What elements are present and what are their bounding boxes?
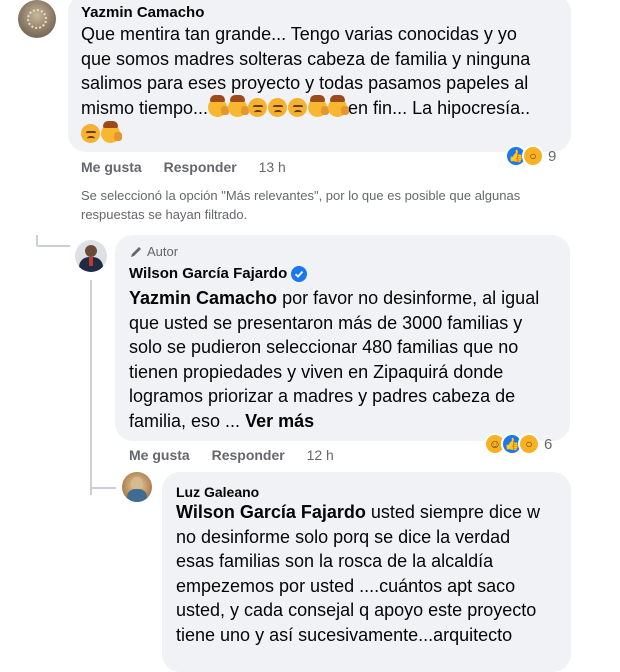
mention-link[interactable]: Wilson García Fajardo [176,502,366,522]
reaction-count: 9 [548,147,557,165]
reply-author[interactable]: Wilson García Fajardo [129,265,308,282]
facepalm-emoji-icon [328,94,350,117]
angry-emoji-icon [248,97,268,117]
like-button[interactable]: Me gusta [81,159,142,175]
wow-reaction-icon: ○ [518,433,540,455]
thread-line [90,280,92,495]
avatar-luz[interactable] [122,472,152,502]
like-button[interactable]: Me gusta [129,447,190,463]
avatar-yazmin[interactable] [18,0,56,38]
wow-reaction-icon: ○ [522,145,544,167]
angry-emoji-icon [81,124,100,143]
facepalm-emoji-icon [228,94,250,117]
comment-author[interactable]: Yazmin Camacho [81,4,204,21]
verified-badge-icon [291,265,308,282]
facepalm-emoji-icon [101,121,122,143]
author-badge: Autor [129,244,178,259]
timestamp[interactable]: 13 h [259,159,286,175]
reply-text: Wilson García Fajardo usted siempre dice… [176,502,540,645]
reply-button[interactable]: Responder [164,159,237,175]
reply-button[interactable]: Responder [212,447,285,463]
mention-link[interactable]: Yazmin Camacho [129,288,277,308]
filter-notice: Se seleccionó la opción "Más relevantes"… [81,188,521,222]
reply-text: Yazmin Camacho por favor no desinforme, … [129,288,540,431]
thread-line [90,487,116,489]
reactions-summary[interactable]: ☺ 👍 ○ 6 [484,433,552,455]
see-more-link[interactable]: Ver más [245,411,314,431]
facepalm-emoji-icon [208,94,230,117]
angry-emoji-icon [288,97,308,117]
pencil-icon [131,246,141,257]
comment-text: Que mentira tan grande... Tengo varias c… [81,22,566,147]
reply-author[interactable]: Luz Galeano [176,484,259,500]
reactions-summary[interactable]: 👍 ○ 9 [505,145,556,167]
facepalm-emoji-icon [308,94,330,117]
angry-emoji-icon [268,97,288,117]
comment-actions: Me gusta Responder 13 h [81,159,304,175]
thread-line [36,235,38,245]
reaction-count: 6 [544,435,553,453]
timestamp[interactable]: 12 h [307,447,334,463]
thread-line [36,245,70,247]
reply-actions: Me gusta Responder 12 h [129,447,352,463]
avatar-wilson[interactable] [75,240,107,272]
